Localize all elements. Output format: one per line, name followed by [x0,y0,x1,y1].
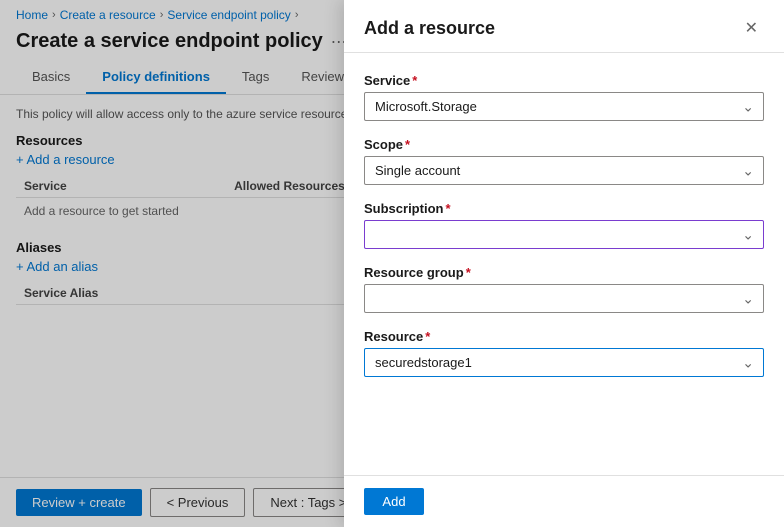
add-button[interactable]: Add [364,488,424,515]
subscription-select[interactable] [364,220,764,249]
resource-group-label: Resource group* [364,265,764,280]
resource-required: * [425,329,430,344]
resource-group-select[interactable] [364,284,764,313]
scope-select-wrapper: Single account All accounts in subscript… [364,156,764,185]
service-label: Service* [364,73,764,88]
service-field-group: Service* Microsoft.Storage [364,73,764,121]
subscription-field-group: Subscription* [364,201,764,249]
panel-footer: Add [344,475,784,527]
panel-title: Add a resource [364,18,495,39]
panel-body: Service* Microsoft.Storage Scope* Single… [344,53,784,475]
scope-select[interactable]: Single account All accounts in subscript… [364,156,764,185]
resource-field-group: Resource* securedstorage1 [364,329,764,377]
resource-select[interactable]: securedstorage1 [364,348,764,377]
resource-group-required: * [466,265,471,280]
scope-field-group: Scope* Single account All accounts in su… [364,137,764,185]
service-select-wrapper: Microsoft.Storage [364,92,764,121]
scope-label: Scope* [364,137,764,152]
panel-close-button[interactable]: ✕ [739,16,764,40]
service-required: * [412,73,417,88]
subscription-select-wrapper [364,220,764,249]
panel-header: Add a resource ✕ [344,0,784,53]
subscription-label: Subscription* [364,201,764,216]
service-select[interactable]: Microsoft.Storage [364,92,764,121]
resource-select-wrapper: securedstorage1 [364,348,764,377]
subscription-required: * [445,201,450,216]
add-resource-panel: Add a resource ✕ Service* Microsoft.Stor… [344,0,784,527]
resource-label: Resource* [364,329,764,344]
resource-group-field-group: Resource group* [364,265,764,313]
resource-group-select-wrapper [364,284,764,313]
scope-required: * [405,137,410,152]
